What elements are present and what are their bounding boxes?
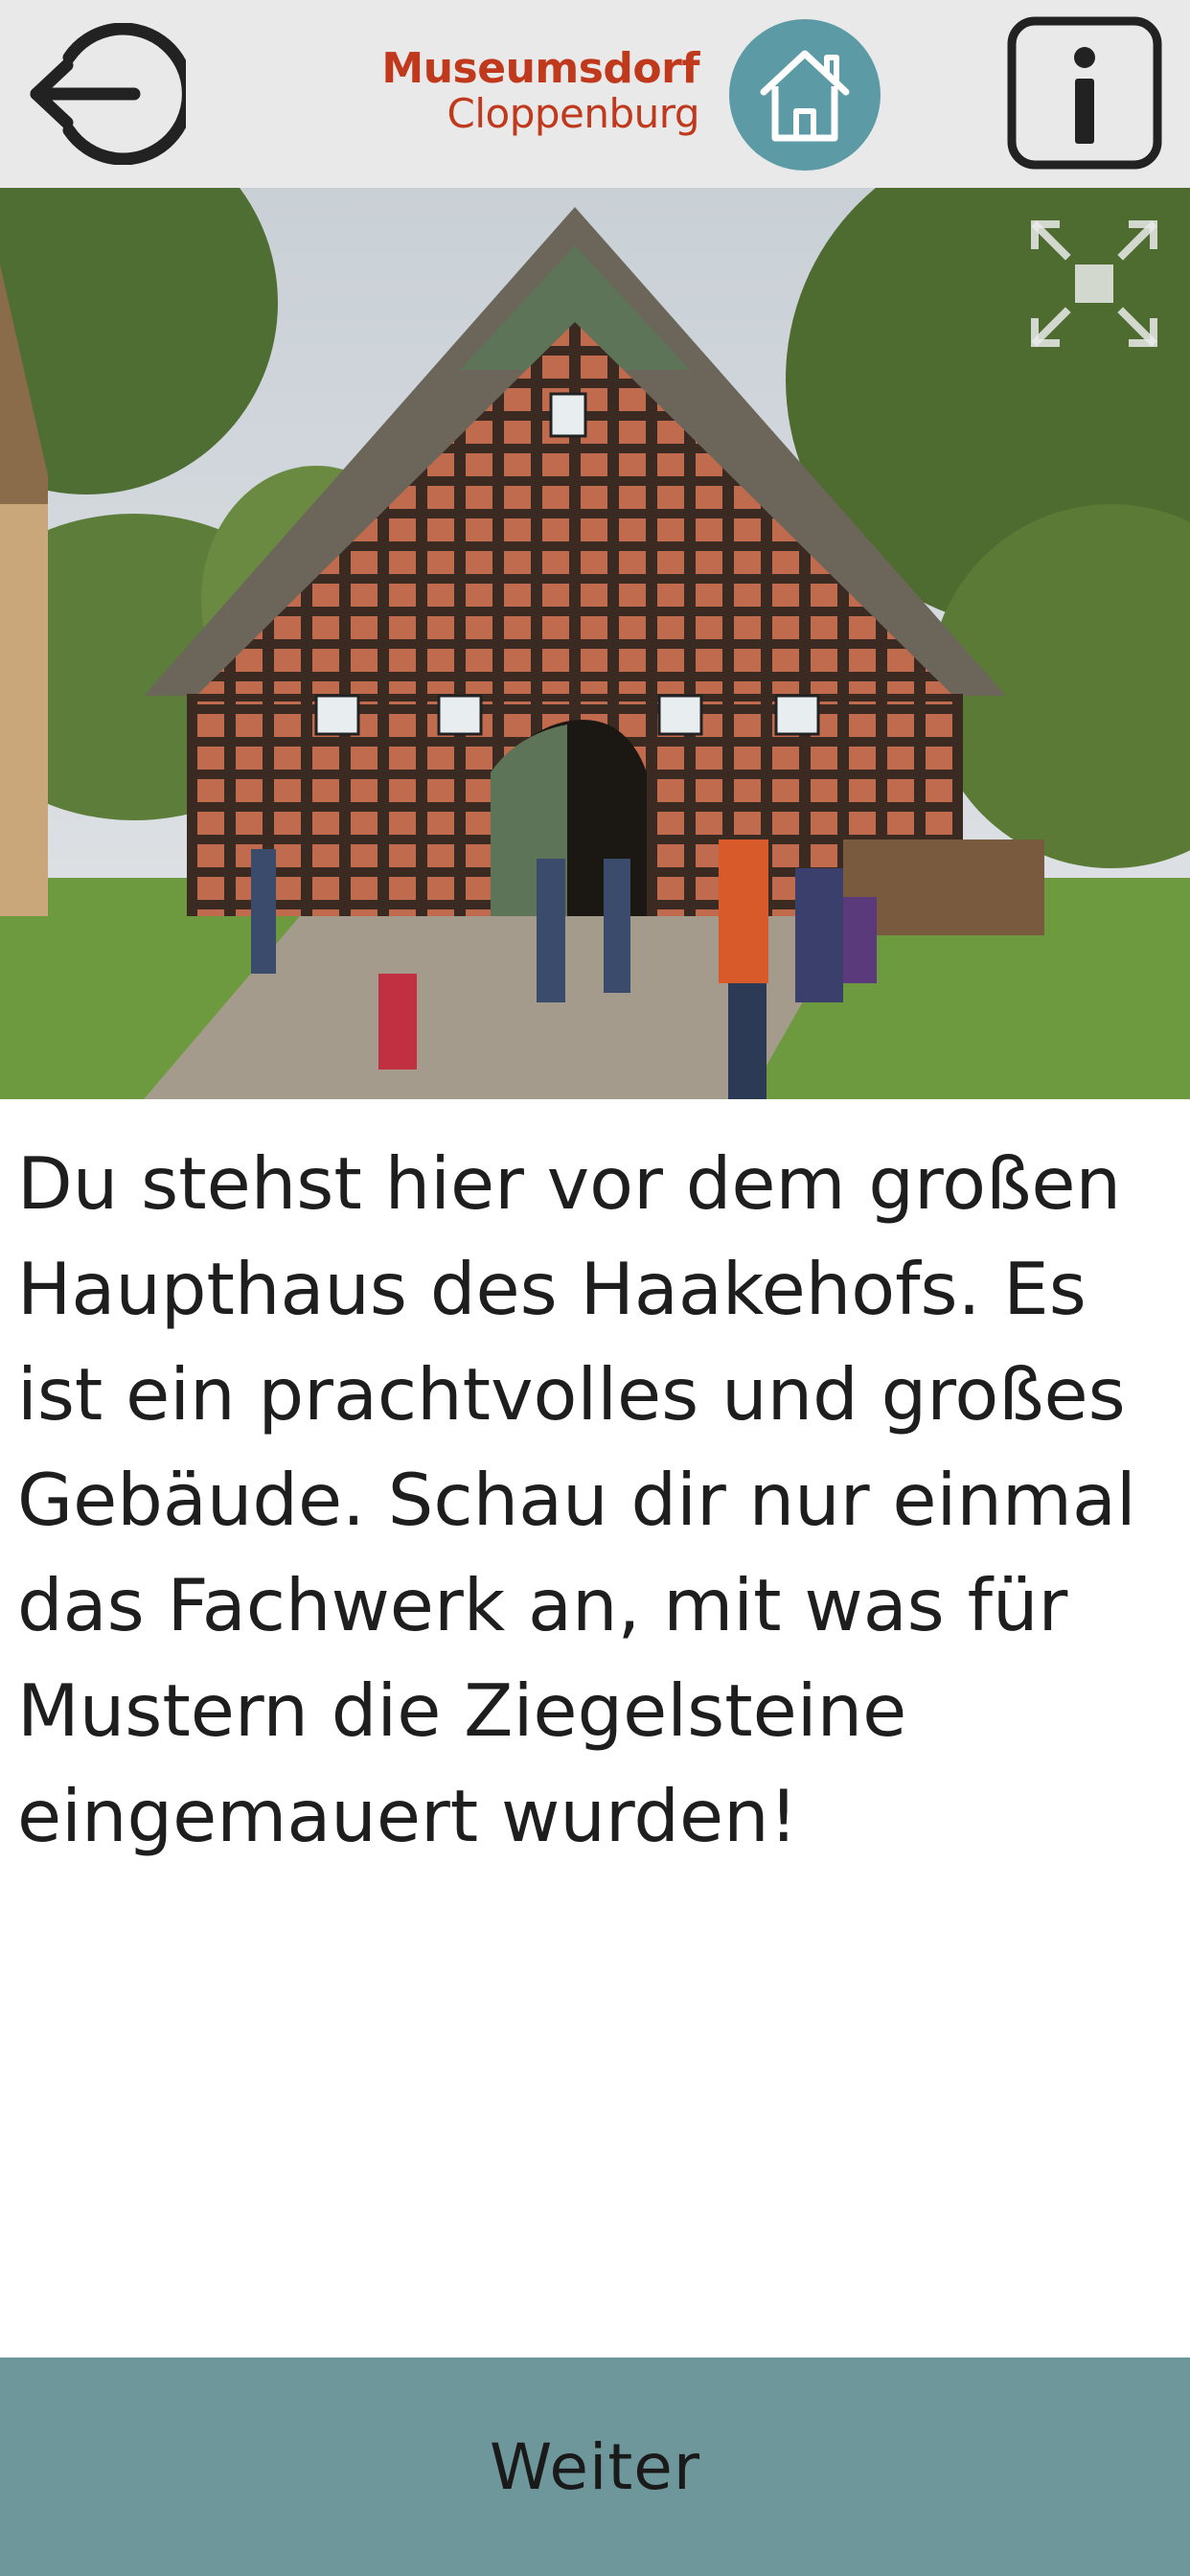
logo-line2: Cloppenburg (446, 90, 700, 137)
info-icon (1007, 16, 1162, 170)
home-button[interactable] (729, 19, 881, 171)
logo-line1: Museumsdorf (381, 44, 699, 93)
home-icon (760, 50, 850, 142)
museum-logo: Museumsdorf Cloppenburg (364, 46, 699, 142)
info-button[interactable] (1006, 15, 1163, 171)
farmhouse-image (0, 188, 1190, 1099)
next-button[interactable]: Weiter (0, 2358, 1190, 2576)
fullscreen-button[interactable] (1027, 217, 1161, 351)
farmhouse-photo (0, 188, 1190, 1099)
fullscreen-expand-icon (1031, 220, 1157, 347)
back-button[interactable] (27, 22, 195, 166)
logout-arrow-icon (30, 22, 195, 166)
app-header: Museumsdorf Cloppenburg (0, 0, 1190, 188)
description-text: Du stehst hier vor dem großen Haupthaus … (17, 1141, 1136, 1858)
